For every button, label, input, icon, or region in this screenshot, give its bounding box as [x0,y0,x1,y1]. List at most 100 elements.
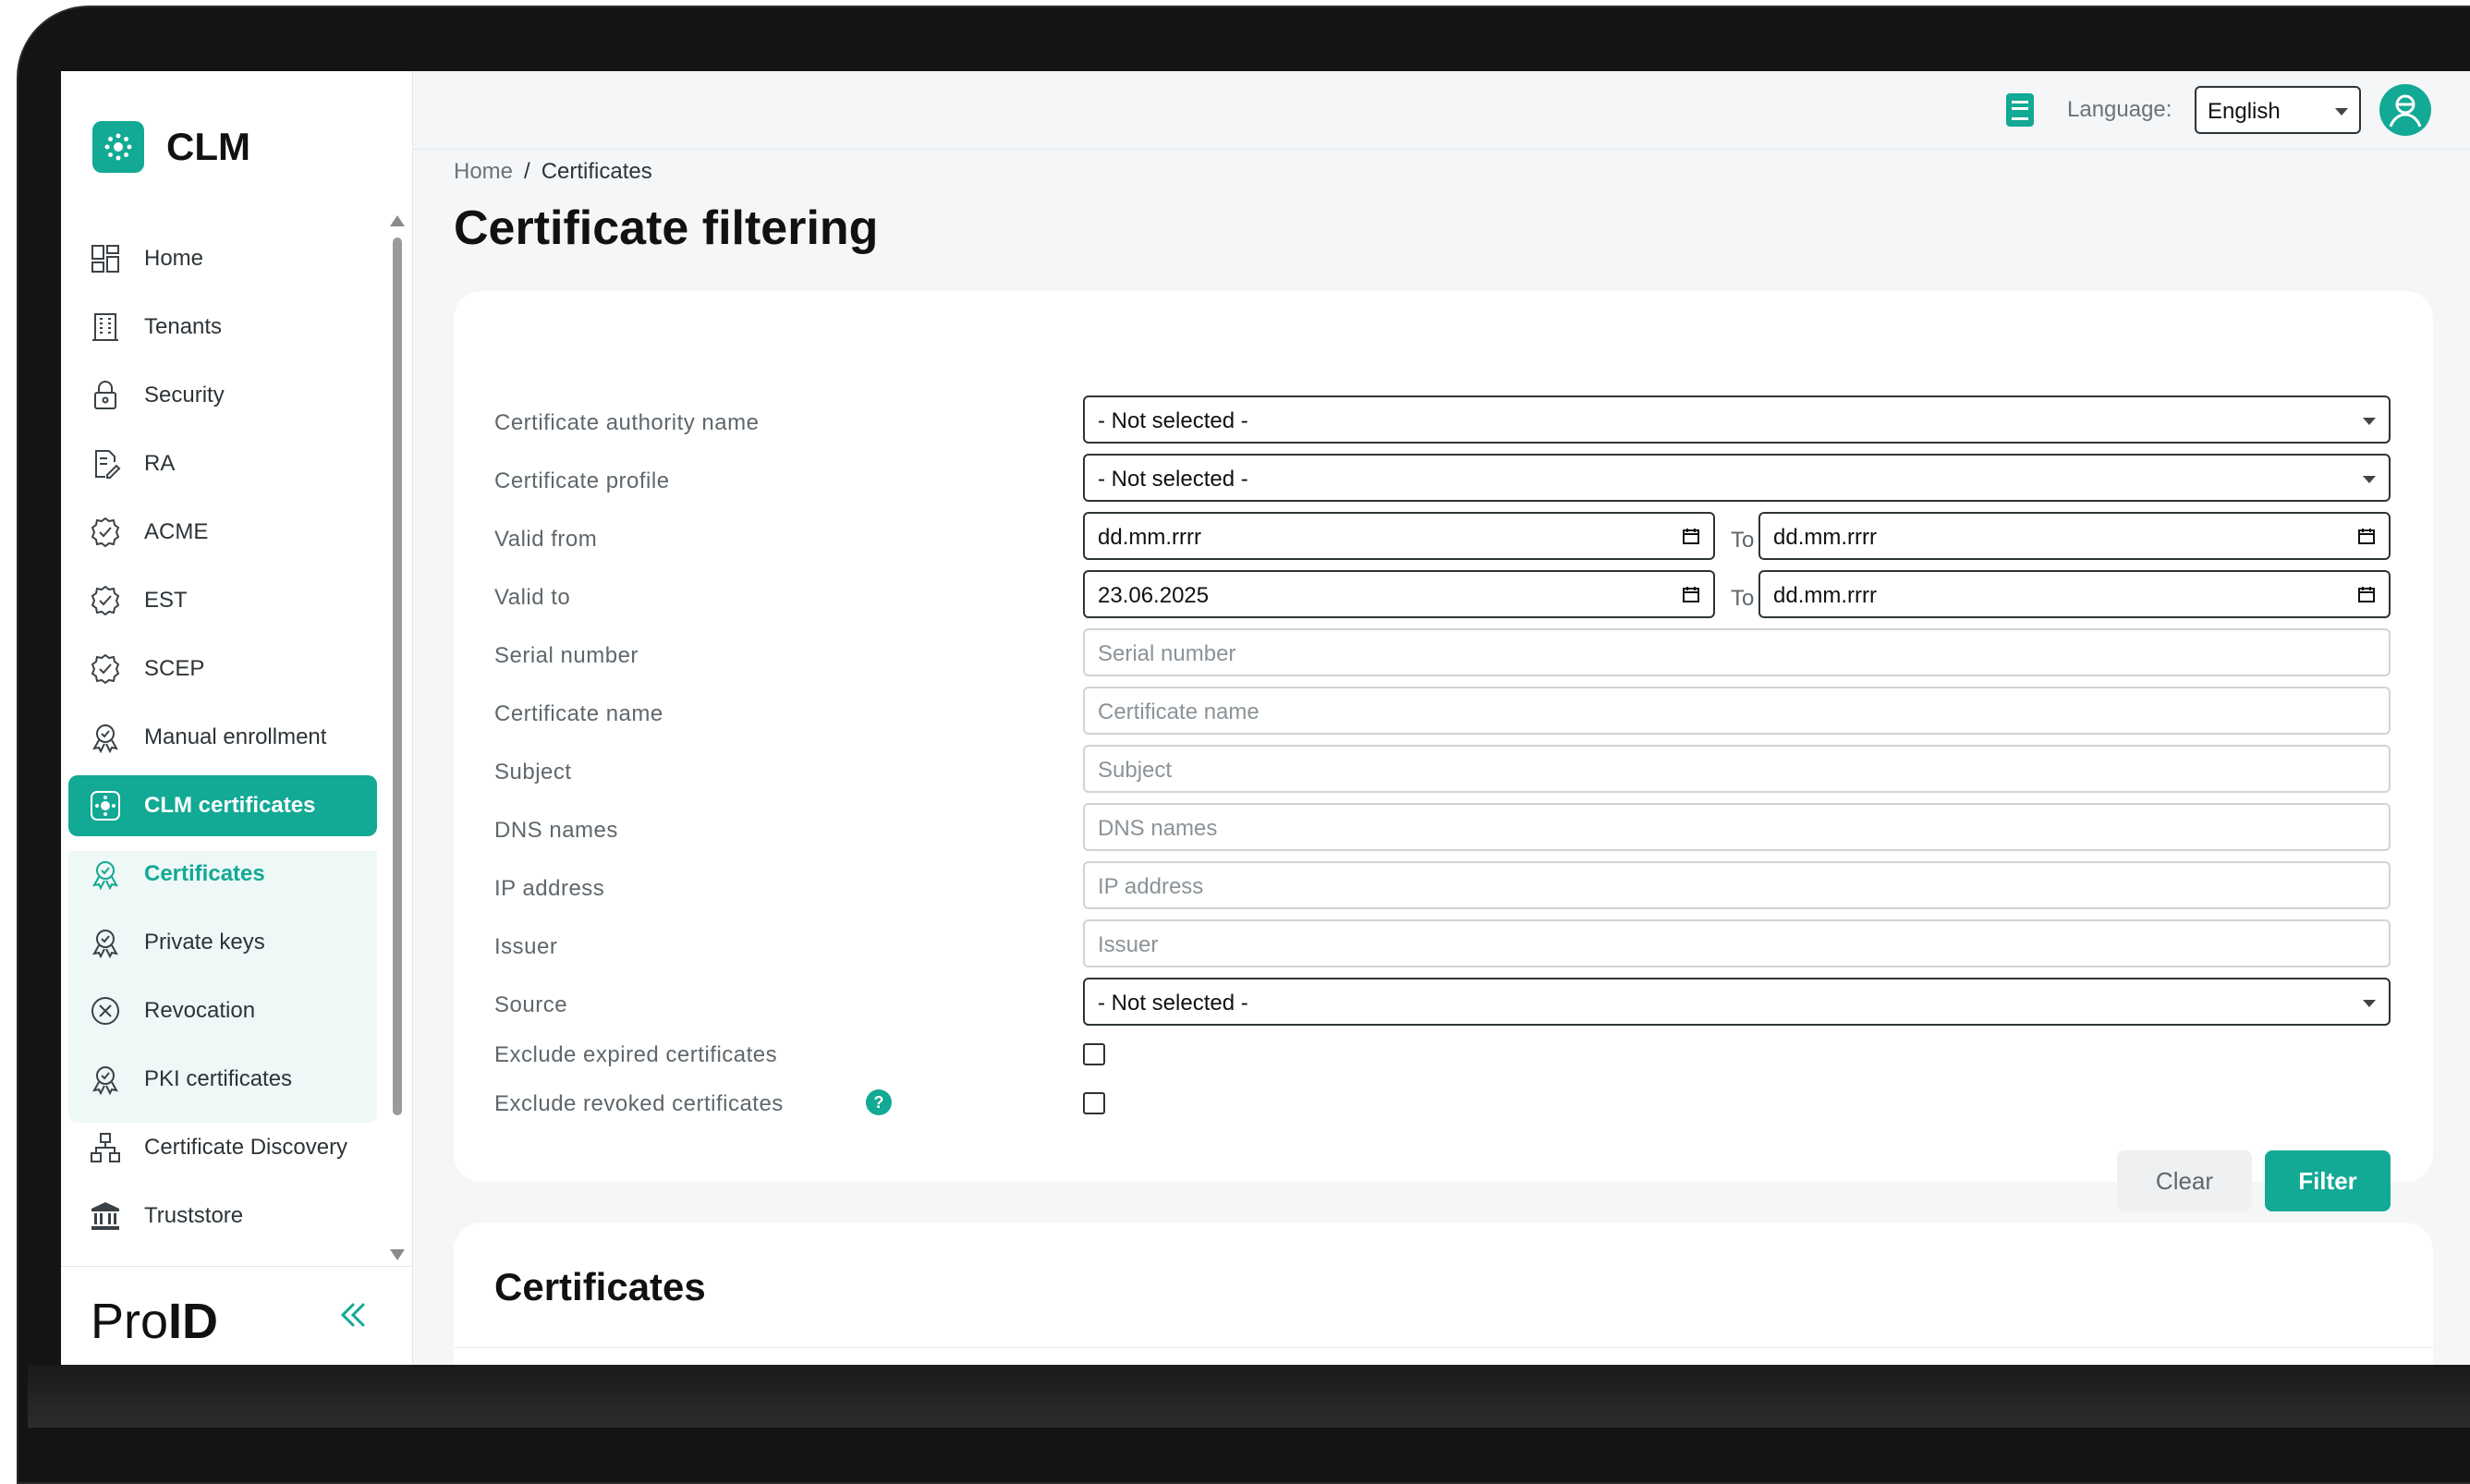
profile-label: Certificate profile [494,468,670,493]
sidebar-item-est[interactable]: EST [68,570,377,631]
certificate-name-input[interactable]: Certificate name [1083,687,2391,735]
building-icon [89,310,122,344]
ip-address-input[interactable]: IP address [1083,861,2391,909]
sidebar-item-pki-certificates[interactable]: PKI certificates [68,1049,377,1110]
chevron-down-icon [2335,108,2348,116]
sidebar-item-ra[interactable]: RA [68,433,377,494]
divider [454,1347,2433,1348]
sidebar-item-scep[interactable]: SCEP [68,639,377,699]
sidebar-item-home[interactable]: Home [68,228,377,289]
language-select[interactable]: English [2195,86,2361,134]
page-title: Certificate filtering [454,201,879,255]
scroll-down-arrow[interactable] [390,1249,405,1260]
ca-name-label: Certificate authority name [494,410,760,435]
proid-logo: ProID [91,1294,219,1349]
sidebar-item-tenants[interactable]: Tenants [68,297,377,358]
device-bottom [28,1365,2470,1428]
sidebar-item-label: PKI certificates [144,1066,293,1091]
badge-check-icon [89,584,122,617]
chevron-down-icon [2363,1000,2376,1007]
sidebar-item-certificates[interactable]: Certificates [68,844,377,905]
valid-from-end-date[interactable]: dd.mm.rrrr [1758,512,2391,560]
subject-input[interactable]: Subject [1083,745,2391,793]
sidebar-item-label: Revocation [144,998,256,1023]
breadcrumb: Home / Certificates [454,159,652,184]
sidebar-item-label: SCEP [144,656,205,681]
app-name: CLM [166,125,250,168]
sidebar-item-label: Security [144,383,225,407]
scroll-up-arrow[interactable] [390,215,405,226]
sidebar-item-manual-enrollment[interactable]: Manual enrollment [68,707,377,768]
collapse-sidebar-icon[interactable] [335,1296,371,1333]
calendar-icon [2358,587,2375,602]
document-edit-icon [89,447,122,480]
sidebar-item-revocation[interactable]: Revocation [68,980,377,1041]
valid-from-label: Valid from [494,527,598,552]
sidebar-item-label: Home [144,246,204,271]
serial-label: Serial number [494,643,639,668]
sidebar-item-security[interactable]: Security [68,365,377,426]
help-icon[interactable]: ? [866,1089,892,1115]
filter-card: Certificate authority name - Not selecte… [454,291,2433,1211]
to-label: To [1731,586,1755,611]
profile-select[interactable]: - Not selected - [1083,454,2391,502]
brand[interactable]: CLM [92,121,250,173]
language-label: Language: [2067,97,2172,122]
certificate-icon [89,858,122,891]
exclude-expired-checkbox[interactable] [1083,1043,1105,1065]
results-title: Certificates [494,1265,706,1308]
cert-name-label: Certificate name [494,701,663,726]
valid-to-label: Valid to [494,585,571,610]
sidebar-item-acme[interactable]: ACME [68,502,377,563]
sidebar-item-clm-certificates[interactable]: CLM certificates [68,775,377,836]
exclude-revoked-row: Exclude revoked certificates ? [494,1089,901,1117]
valid-from-start-date[interactable]: dd.mm.rrrr [1083,512,1715,560]
certificate-icon [89,721,122,754]
serial-number-input[interactable]: Serial number [1083,628,2391,676]
dns-names-input[interactable]: DNS names [1083,803,2391,851]
source-select[interactable]: - Not selected - [1083,978,2391,1026]
valid-to-end-date[interactable]: dd.mm.rrrr [1758,570,2391,618]
sidebar-item-private-keys[interactable]: Private keys [68,912,377,973]
topbar: Language: English [413,71,2470,150]
exclude-expired-label: Exclude expired certificates [494,1042,778,1067]
sidebar-item-label: Certificates [144,861,265,886]
calendar-icon [1683,587,1699,602]
sidebar-item-label: RA [144,451,176,476]
sidebar: CLM Home Tenants Security RA ACME EST SC… [61,71,413,1365]
sidebar-item-label: Private keys [144,930,265,955]
sidebar-scrollbar[interactable] [393,237,402,1115]
language-value: English [2208,99,2281,124]
issuer-input[interactable]: Issuer [1083,919,2391,967]
sidebar-item-label: Tenants [144,314,223,339]
network-icon [89,1131,122,1164]
certificate-icon [89,1063,122,1096]
breadcrumb-current: Certificates [541,159,652,184]
documentation-icon[interactable] [2004,91,2036,128]
sidebar-item-truststore[interactable]: Truststore [68,1186,377,1247]
calendar-icon [2358,529,2375,544]
issuer-label: Issuer [494,934,558,959]
sidebar-item-label: Manual enrollment [144,724,327,749]
clear-button[interactable]: Clear [2117,1150,2252,1211]
clm-icon [89,789,122,822]
sidebar-footer: ProID [61,1266,412,1365]
calendar-icon [1683,529,1699,544]
to-label: To [1731,528,1755,553]
ip-label: IP address [494,876,605,901]
breadcrumb-home[interactable]: Home [454,159,513,184]
revoke-icon [89,994,122,1028]
user-avatar-icon[interactable] [2379,84,2431,136]
filter-button[interactable]: Filter [2265,1150,2391,1211]
source-label: Source [494,992,568,1017]
subject-label: Subject [494,760,572,785]
clm-logo-icon [92,121,144,173]
ca-name-select[interactable]: - Not selected - [1083,395,2391,444]
exclude-revoked-label: Exclude revoked certificates [494,1091,784,1116]
exclude-revoked-checkbox[interactable] [1083,1092,1105,1114]
sidebar-item-label: ACME [144,519,209,544]
valid-to-start-date[interactable]: 23.06.2025 [1083,570,1715,618]
sidebar-item-certificate-discovery[interactable]: Certificate Discovery [68,1117,377,1178]
results-card: Certificates [454,1222,2433,1365]
sidebar-item-label: CLM certificates [144,793,316,818]
